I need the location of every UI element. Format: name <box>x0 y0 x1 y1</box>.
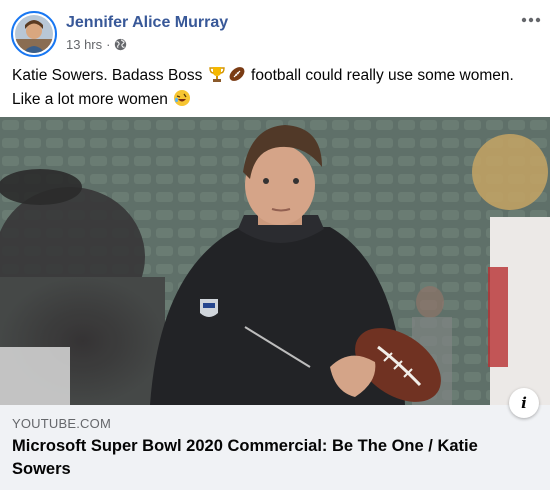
globe-icon[interactable] <box>114 38 127 51</box>
post-message-line-2: Like a lot more women <box>12 88 542 112</box>
avatar-image <box>15 15 53 53</box>
meta-separator: · <box>106 37 111 52</box>
rolling-laughing-emoji <box>173 89 191 107</box>
trophy-emoji <box>208 65 226 83</box>
post-message-line-1: Katie Sowers. Badass Boss football could… <box>12 64 542 88</box>
author-avatar[interactable] <box>11 11 57 57</box>
author-name-link[interactable]: Jennifer Alice Murray <box>66 14 228 32</box>
info-icon: i <box>521 394 527 412</box>
post-message-text-c: Like a lot more women <box>12 91 168 108</box>
football-emoji <box>228 65 246 83</box>
link-preview-bar[interactable]: YOUTUBE.COM Microsoft Super Bowl 2020 Co… <box>0 405 550 490</box>
post-header: Jennifer Alice Murray 13 hrs · <box>0 0 550 60</box>
post-meta: 13 hrs · <box>66 37 127 52</box>
post-message: Katie Sowers. Badass Boss football could… <box>12 64 542 112</box>
link-title[interactable]: Microsoft Super Bowl 2020 Commercial: Be… <box>12 435 512 481</box>
link-preview-image[interactable] <box>0 117 550 405</box>
post-message-text-b: football could really use some women. <box>251 67 514 84</box>
post-message-text-a: Katie Sowers. Badass Boss <box>12 67 203 84</box>
more-options-button[interactable] <box>516 8 546 32</box>
ellipsis-icon <box>521 17 541 23</box>
post-timestamp[interactable]: 13 hrs <box>66 37 102 52</box>
info-button[interactable]: i <box>509 388 539 418</box>
link-domain: YOUTUBE.COM <box>12 416 111 431</box>
